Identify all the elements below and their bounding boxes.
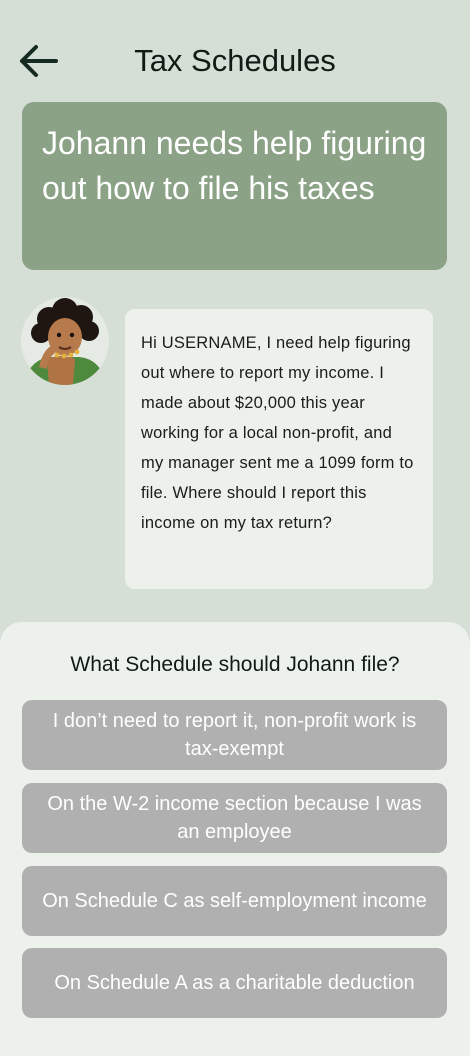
- user-avatar: [21, 297, 109, 385]
- scenario-text: Johann needs help figuring out how to fi…: [42, 125, 427, 206]
- answer-option-w2[interactable]: On the W-2 income section because I was …: [22, 783, 447, 853]
- question-text: What Schedule should Johann file?: [70, 653, 400, 676]
- message-text: Hi USERNAME, I need help figuring out wh…: [141, 334, 414, 532]
- message-bubble: Hi USERNAME, I need help figuring out wh…: [125, 309, 433, 589]
- scenario-banner: Johann needs help figuring out how to fi…: [22, 102, 447, 270]
- avatar-illustration: [21, 297, 109, 385]
- answer-option-schedule-c[interactable]: On Schedule C as self-employment income: [22, 866, 447, 936]
- answer-option-tax-exempt[interactable]: I don’t need to report it, non-profit wo…: [22, 700, 447, 770]
- answer-option-schedule-a[interactable]: On Schedule A as a charitable deduction: [22, 948, 447, 1018]
- answer-panel: What Schedule should Johann file? I don’…: [0, 622, 470, 1056]
- page-title: Tax Schedules: [134, 43, 336, 78]
